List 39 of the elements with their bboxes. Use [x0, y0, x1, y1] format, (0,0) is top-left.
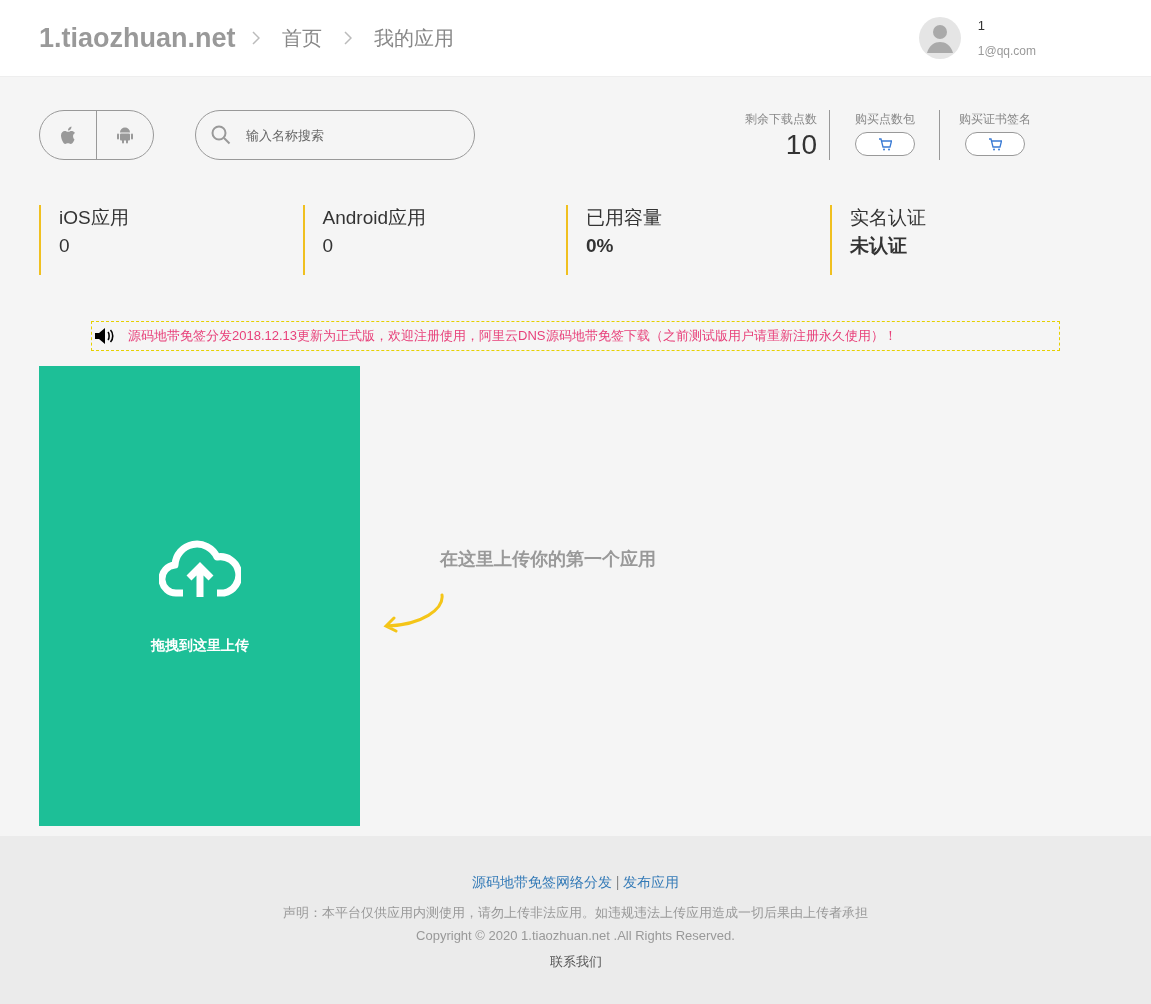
cart-icon	[988, 137, 1002, 151]
curved-arrow-icon	[382, 593, 446, 633]
cart-icon	[877, 137, 892, 151]
stat-label: 实名认证	[849, 206, 927, 230]
copyright-text: Copyright © 2020 1.tiaozhuan.net .All Rights Reserved.	[416, 926, 735, 945]
cart-button[interactable]	[965, 132, 1025, 156]
shop-label: 购买证书签名	[959, 111, 1031, 128]
cart-button[interactable]	[854, 132, 915, 156]
avatar-icon	[917, 16, 962, 60]
speaker-icon	[94, 327, 114, 345]
search-field[interactable]: 输入名称搜索	[195, 110, 475, 160]
upload-hint: 在这里上传你的第一个应用	[440, 548, 656, 571]
breadcrumb-link[interactable]: 首页	[281, 23, 322, 53]
android-icon	[117, 126, 133, 144]
notice-text: 源码地带免签分发2018.12.13更新为正式版，欢迎注册使用，阿里云DNS源码地带免签下载（之前测试版用户请重新注册永久使用）！	[128, 327, 897, 346]
footer-link[interactable]: 源码地带免签网络分发	[471, 872, 612, 893]
link-separator: |	[615, 873, 620, 892]
user-name: 1	[977, 17, 986, 36]
stat-value: 未认证	[849, 234, 908, 258]
shop-label: 购买点数包	[854, 111, 915, 128]
points-value: 10	[785, 128, 817, 162]
breadcrumb-link[interactable]: 我的应用	[373, 23, 454, 53]
search-icon	[211, 125, 231, 145]
stat-value: 0	[322, 234, 335, 258]
points-label: 剩余下载点数	[745, 111, 817, 128]
upload-label: 拖拽到这里上传	[150, 635, 249, 655]
contact-link[interactable]: 联系我们	[549, 952, 602, 972]
site-logo[interactable]: 1.tiaozhuan.net	[39, 17, 236, 59]
stat-label: 已用容量	[586, 206, 663, 230]
upload-drop-zone[interactable]: 拖拽到这里上传	[39, 366, 360, 826]
apple-icon	[60, 125, 76, 145]
stat-value: 0	[59, 234, 71, 258]
footer-link[interactable]: 发布应用	[623, 872, 680, 893]
stat-value: 0%	[586, 234, 615, 258]
stat-label: iOS应用	[59, 206, 130, 230]
chevron-icon	[343, 31, 352, 45]
chevron-icon	[251, 31, 260, 45]
user-email: 1@qq.com	[977, 42, 1036, 60]
stat-label: Android应用	[322, 206, 427, 230]
